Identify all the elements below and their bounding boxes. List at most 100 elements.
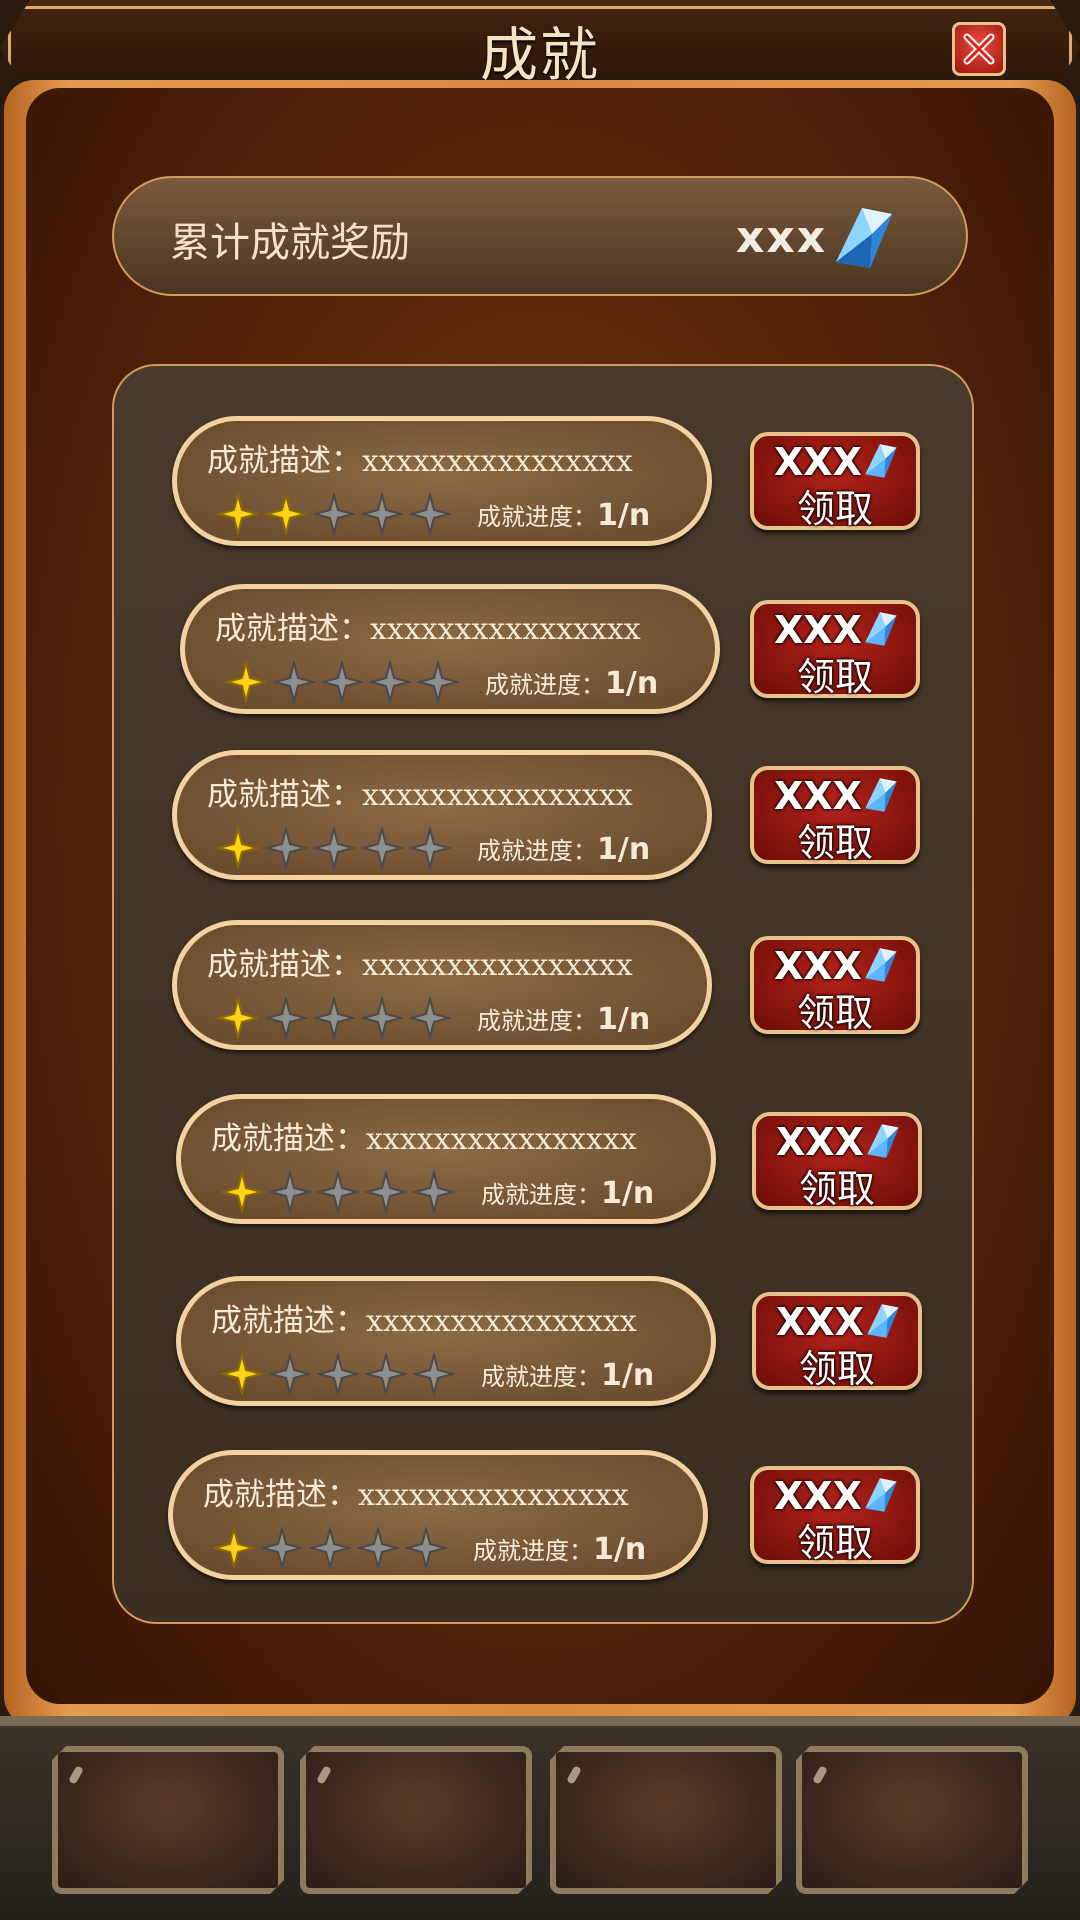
achievement-description-label: 成就描述： <box>207 777 362 813</box>
achievement-card: 成就描述：xxxxxxxxxxxxxxxx 成就进度：1/n <box>172 920 712 1050</box>
claim-button[interactable]: XXX 领取 <box>750 432 920 531</box>
diamond-icon <box>867 1124 899 1158</box>
achievement-stars <box>217 827 451 869</box>
achievement-progress-label: 成就进度： <box>477 1007 597 1035</box>
star-empty-icon <box>369 661 411 703</box>
achievement-progress-label: 成就进度： <box>477 837 597 865</box>
bottom-slot-1[interactable] <box>52 1746 284 1894</box>
star-empty-icon <box>365 1353 407 1395</box>
claim-button-label: 领取 <box>796 655 873 699</box>
achievement-progress-value: 1/n <box>601 1176 655 1211</box>
claim-button-label: 领取 <box>796 821 873 865</box>
claim-button[interactable]: XXX 领取 <box>752 1112 922 1211</box>
achievement-description: 成就描述：xxxxxxxxxxxxxxxx <box>207 769 633 814</box>
star-empty-icon <box>273 661 315 703</box>
achievement-stars <box>217 493 451 535</box>
achievement-description: 成就描述：xxxxxxxxxxxxxxxx <box>211 1295 637 1340</box>
achievement-description-label: 成就描述： <box>211 1121 366 1157</box>
achievement-progress: 成就进度：1/n <box>477 497 650 533</box>
achievement-description-value: xxxxxxxxxxxxxxxx <box>366 1122 637 1157</box>
star-filled-icon <box>217 493 259 535</box>
claim-button-label: 领取 <box>798 1167 875 1211</box>
achievement-description: 成就描述：xxxxxxxxxxxxxxxx <box>211 1113 637 1158</box>
achievement-card: 成就描述：xxxxxxxxxxxxxxxx 成就进度：1/n <box>172 750 712 880</box>
star-empty-icon <box>317 1353 359 1395</box>
claim-button-label: 领取 <box>796 1521 873 1565</box>
achievement-progress: 成就进度：1/n <box>477 1001 650 1037</box>
claim-button[interactable]: XXX 领取 <box>752 1292 922 1391</box>
star-empty-icon <box>365 1171 407 1213</box>
star-empty-icon <box>417 661 459 703</box>
star-empty-icon <box>361 827 403 869</box>
diamond-icon <box>865 778 897 812</box>
achievement-description: 成就描述：xxxxxxxxxxxxxxxx <box>207 939 633 984</box>
bottom-slot-3[interactable] <box>550 1746 782 1894</box>
claim-button[interactable]: XXX 领取 <box>750 600 920 699</box>
achievement-description-label: 成就描述： <box>207 947 362 983</box>
star-empty-icon <box>357 1527 399 1569</box>
star-empty-icon <box>413 1353 455 1395</box>
star-filled-icon <box>217 997 259 1039</box>
achievement-progress: 成就进度：1/n <box>481 1175 654 1211</box>
achievement-description: 成就描述：xxxxxxxxxxxxxxxx <box>207 435 633 480</box>
close-button[interactable] <box>952 22 1006 76</box>
achievement-progress-label: 成就进度： <box>481 1363 601 1391</box>
achievement-progress-label: 成就进度： <box>485 671 605 699</box>
achievement-description: 成就描述：xxxxxxxxxxxxxxxx <box>203 1469 629 1514</box>
claim-button-label: 领取 <box>796 487 873 531</box>
star-empty-icon <box>361 493 403 535</box>
achievement-stars <box>213 1527 447 1569</box>
achievement-description-value: xxxxxxxxxxxxxxxx <box>370 612 641 647</box>
star-empty-icon <box>409 827 451 869</box>
star-empty-icon <box>313 997 355 1039</box>
achievement-progress: 成就进度：1/n <box>481 1357 654 1393</box>
achievement-card: 成就描述：xxxxxxxxxxxxxxxx 成就进度：1/n <box>168 1450 708 1580</box>
star-empty-icon <box>409 997 451 1039</box>
claim-button-label: 领取 <box>796 991 873 1035</box>
claim-button[interactable]: XXX 领取 <box>750 1466 920 1565</box>
achievement-description-value: xxxxxxxxxxxxxxxx <box>362 444 633 479</box>
star-empty-icon <box>265 997 307 1039</box>
total-reward-value: xxx <box>736 212 828 263</box>
achievement-card: 成就描述：xxxxxxxxxxxxxxxx 成就进度：1/n <box>180 584 720 714</box>
star-filled-icon <box>265 493 307 535</box>
achievement-stars <box>217 997 451 1039</box>
star-empty-icon <box>313 493 355 535</box>
diamond-icon <box>867 1304 899 1338</box>
achievement-description-value: xxxxxxxxxxxxxxxx <box>362 778 633 813</box>
star-empty-icon <box>265 827 307 869</box>
achievement-description-label: 成就描述： <box>207 443 362 479</box>
achievement-progress-value: 1/n <box>593 1532 647 1567</box>
star-empty-icon <box>269 1353 311 1395</box>
achievement-progress-value: 1/n <box>601 1358 655 1393</box>
star-empty-icon <box>409 493 451 535</box>
star-empty-icon <box>413 1171 455 1213</box>
star-empty-icon <box>317 1171 359 1213</box>
star-empty-icon <box>313 827 355 869</box>
achievement-stars <box>221 1171 455 1213</box>
star-empty-icon <box>261 1527 303 1569</box>
diamond-icon <box>836 208 892 268</box>
star-filled-icon <box>225 661 267 703</box>
star-filled-icon <box>221 1171 263 1213</box>
claim-button[interactable]: XXX 领取 <box>750 766 920 865</box>
star-filled-icon <box>221 1353 263 1395</box>
achievement-progress-label: 成就进度： <box>477 503 597 531</box>
star-empty-icon <box>405 1527 447 1569</box>
achievement-progress: 成就进度：1/n <box>473 1531 646 1567</box>
total-reward-bar: 累计成就奖励 xxx <box>112 176 968 296</box>
diamond-icon <box>865 444 897 478</box>
achievement-progress-value: 1/n <box>597 832 651 867</box>
star-empty-icon <box>361 997 403 1039</box>
claim-button[interactable]: XXX 领取 <box>750 936 920 1035</box>
bottom-slot-4[interactable] <box>796 1746 1028 1894</box>
achievement-description: 成就描述：xxxxxxxxxxxxxxxx <box>215 603 641 648</box>
star-empty-icon <box>309 1527 351 1569</box>
claim-button-label: 领取 <box>798 1347 875 1391</box>
bottom-slot-2[interactable] <box>300 1746 532 1894</box>
achievement-description-label: 成就描述： <box>203 1477 358 1513</box>
achievement-progress-label: 成就进度： <box>481 1181 601 1209</box>
achievement-progress-value: 1/n <box>605 666 659 701</box>
achievement-description-value: xxxxxxxxxxxxxxxx <box>362 948 633 983</box>
star-empty-icon <box>321 661 363 703</box>
